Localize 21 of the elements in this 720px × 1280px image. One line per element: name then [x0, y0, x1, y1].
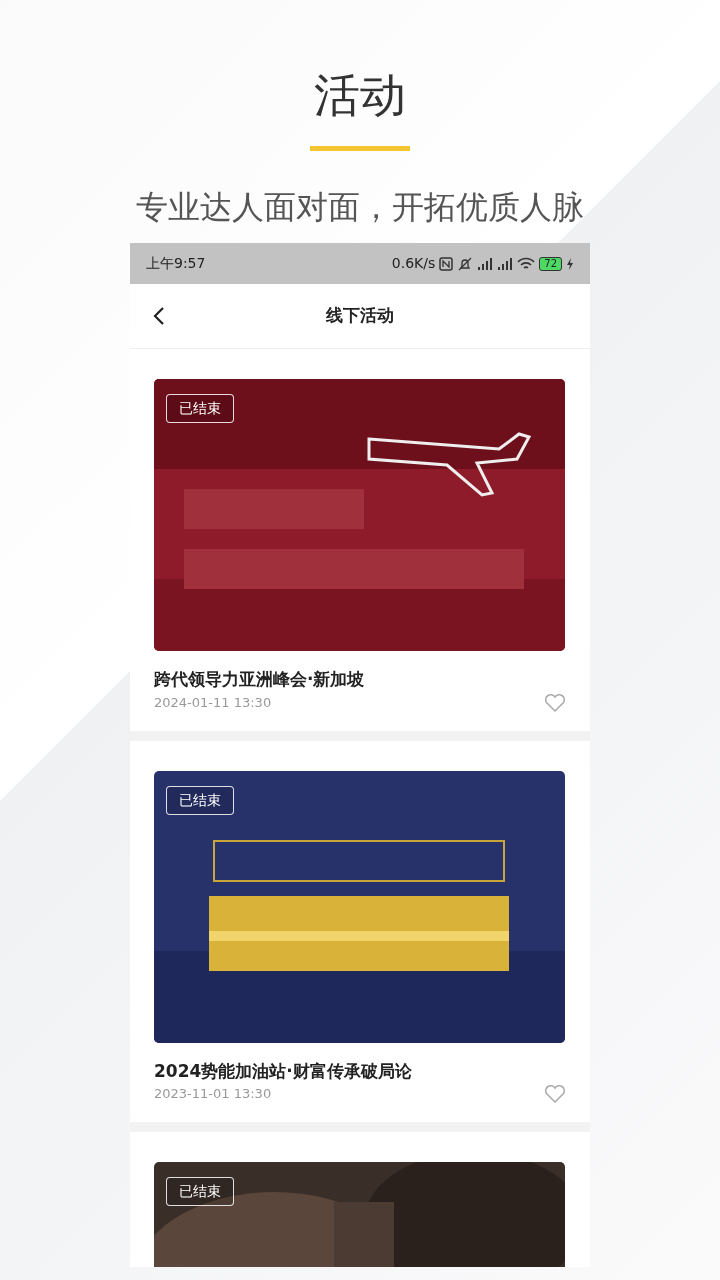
- clock: 上午9:57: [146, 254, 206, 273]
- event-title: 跨代领导力亚洲峰会·新加坡: [154, 668, 366, 691]
- promo-subtitle: 专业达人面对面，开拓优质人脉: [135, 191, 585, 223]
- heart-icon[interactable]: [544, 1084, 566, 1104]
- charging-icon: [566, 257, 574, 270]
- battery-level: 72: [539, 256, 562, 271]
- screen-title: 线下活动: [326, 304, 394, 328]
- status-tag: 已结束: [166, 1177, 234, 1206]
- nfc-icon: [439, 256, 454, 271]
- status-tag: 已结束: [166, 785, 234, 815]
- status-tag: 已结束: [166, 394, 234, 423]
- promo-title: 活动: [313, 67, 407, 118]
- event-title: 2024势能加油站·财富传承破局论: [154, 1059, 413, 1083]
- wifi-icon: [517, 256, 536, 271]
- signal-icon: [497, 256, 514, 271]
- signal-icon: [477, 256, 494, 271]
- mute-icon: [457, 256, 474, 271]
- heart-icon[interactable]: [544, 692, 566, 713]
- event-date: 2024-01-11 13:30: [154, 693, 272, 712]
- network-speed: 0.6K/s: [391, 254, 436, 273]
- event-date: 2023-11-01 13:30: [154, 1085, 272, 1104]
